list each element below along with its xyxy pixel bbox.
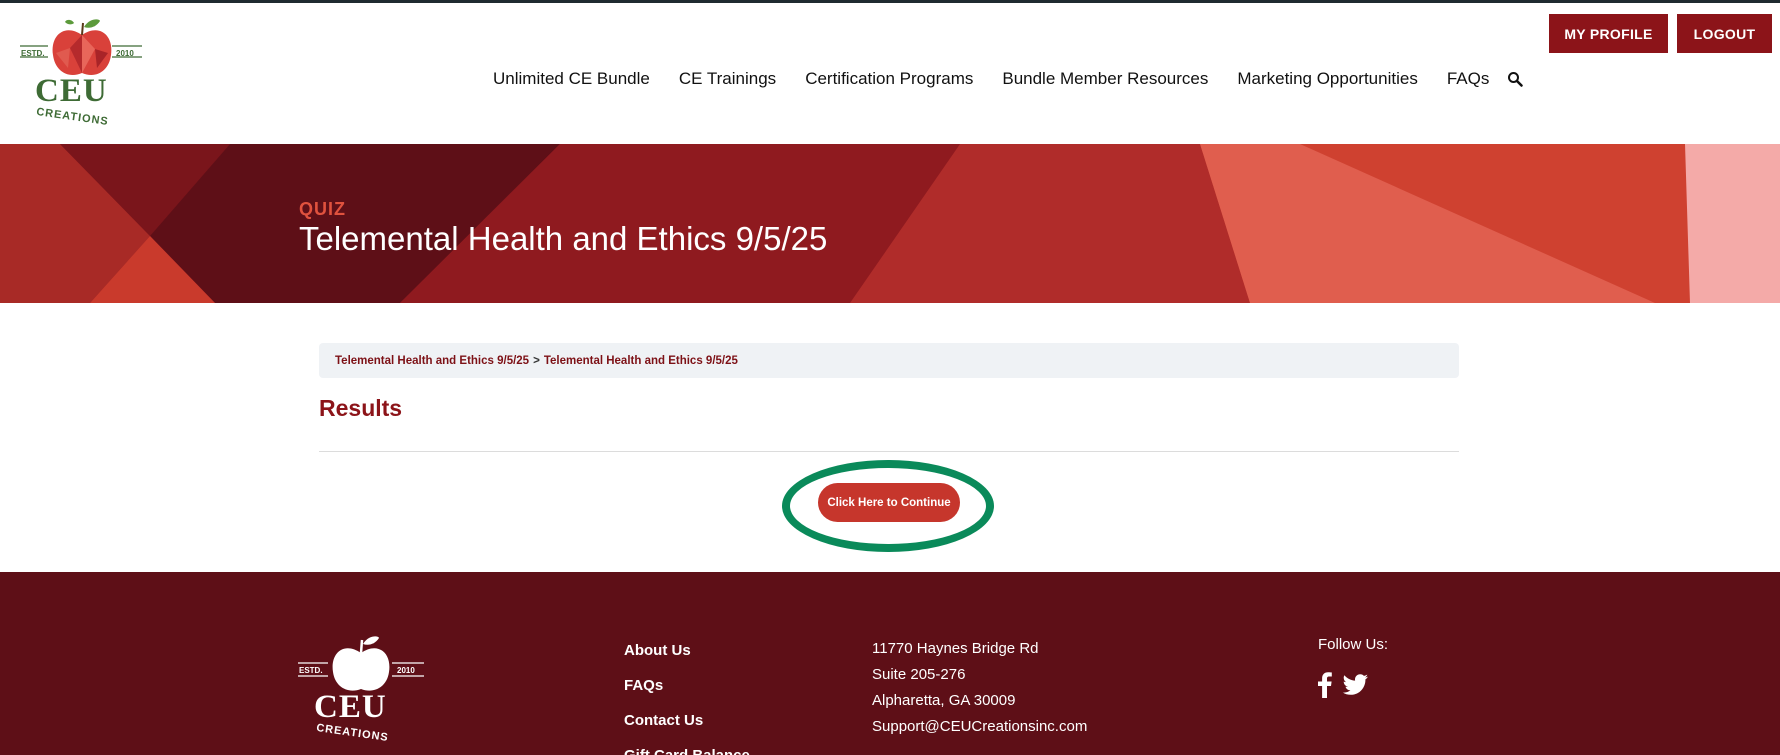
nav-marketing-opportunities[interactable]: Marketing Opportunities — [1237, 69, 1417, 89]
results-heading: Results — [319, 395, 403, 421]
hero-kicker: QUIZ — [299, 199, 346, 219]
nav-unlimited-ce-bundle[interactable]: Unlimited CE Bundle — [493, 69, 650, 89]
address-line-2: Suite 205-276 — [872, 666, 966, 683]
footer-logo[interactable]: ESTD. 2010 CEU CREATIONS — [298, 632, 425, 755]
social-links — [1318, 672, 1368, 703]
nav-ce-trainings[interactable]: CE Trainings — [679, 69, 776, 89]
hero-background-pattern — [0, 144, 1780, 303]
nav-bundle-member-resources[interactable]: Bundle Member Resources — [1002, 69, 1208, 89]
follow-us-label: Follow Us: — [1318, 636, 1389, 653]
hero-banner: QUIZ Telemental Health and Ethics 9/5/25 — [0, 144, 1780, 303]
footer-link-gift-card-balance[interactable]: Gift Card Balance — [624, 747, 750, 755]
breadcrumb-item-course[interactable]: Telemental Health and Ethics 9/5/25 — [335, 355, 529, 367]
logo-name: CEU — [35, 73, 108, 109]
logo-year: 2010 — [116, 49, 134, 58]
my-profile-button[interactable]: MY PROFILE — [1549, 14, 1668, 53]
footer-logo-name: CEU — [314, 689, 387, 725]
ceu-creations-logo[interactable]: ESTD. 2010 CEU CREATIONS — [20, 13, 145, 133]
footer-logo-estd: ESTD. — [299, 666, 323, 675]
logout-button[interactable]: LOGOUT — [1677, 14, 1772, 53]
address-line-1: 11770 Haynes Bridge Rd — [872, 640, 1039, 657]
footer-link-faqs[interactable]: FAQs — [624, 677, 750, 697]
support-email[interactable]: Support@CEUCreationsinc.com — [872, 714, 1087, 740]
footer-link-contact-us[interactable]: Contact Us — [624, 712, 750, 732]
nav-certification-programs[interactable]: Certification Programs — [805, 69, 973, 89]
breadcrumb: Telemental Health and Ethics 9/5/25 > Te… — [319, 343, 1459, 378]
main-nav: Unlimited CE Bundle CE Trainings Certifi… — [493, 69, 1524, 89]
footer-address: 11770 Haynes Bridge Rd Suite 205-276 Alp… — [872, 636, 1087, 740]
logo-estd: ESTD. — [21, 49, 45, 58]
continue-button[interactable]: Click Here to Continue — [818, 483, 960, 522]
footer-logo-year: 2010 — [397, 666, 415, 675]
site-footer: ESTD. 2010 CEU CREATIONS About Us FAQs C… — [0, 572, 1780, 755]
breadcrumb-separator: > — [533, 354, 540, 367]
divider — [319, 451, 1459, 452]
address-line-3: Alpharetta, GA 30009 — [872, 692, 1016, 709]
footer-links: About Us FAQs Contact Us Gift Card Balan… — [624, 642, 750, 755]
twitter-icon[interactable] — [1342, 674, 1368, 701]
breadcrumb-item-quiz[interactable]: Telemental Health and Ethics 9/5/25 — [544, 355, 738, 367]
footer-link-about-us[interactable]: About Us — [624, 642, 750, 662]
site-header: ESTD. 2010 CEU CREATIONS Unlimited CE Bu… — [0, 3, 1780, 144]
facebook-icon[interactable] — [1318, 672, 1332, 703]
page-title: Telemental Health and Ethics 9/5/25 — [299, 220, 828, 257]
search-icon[interactable] — [1507, 71, 1524, 87]
nav-faqs[interactable]: FAQs — [1447, 69, 1490, 89]
